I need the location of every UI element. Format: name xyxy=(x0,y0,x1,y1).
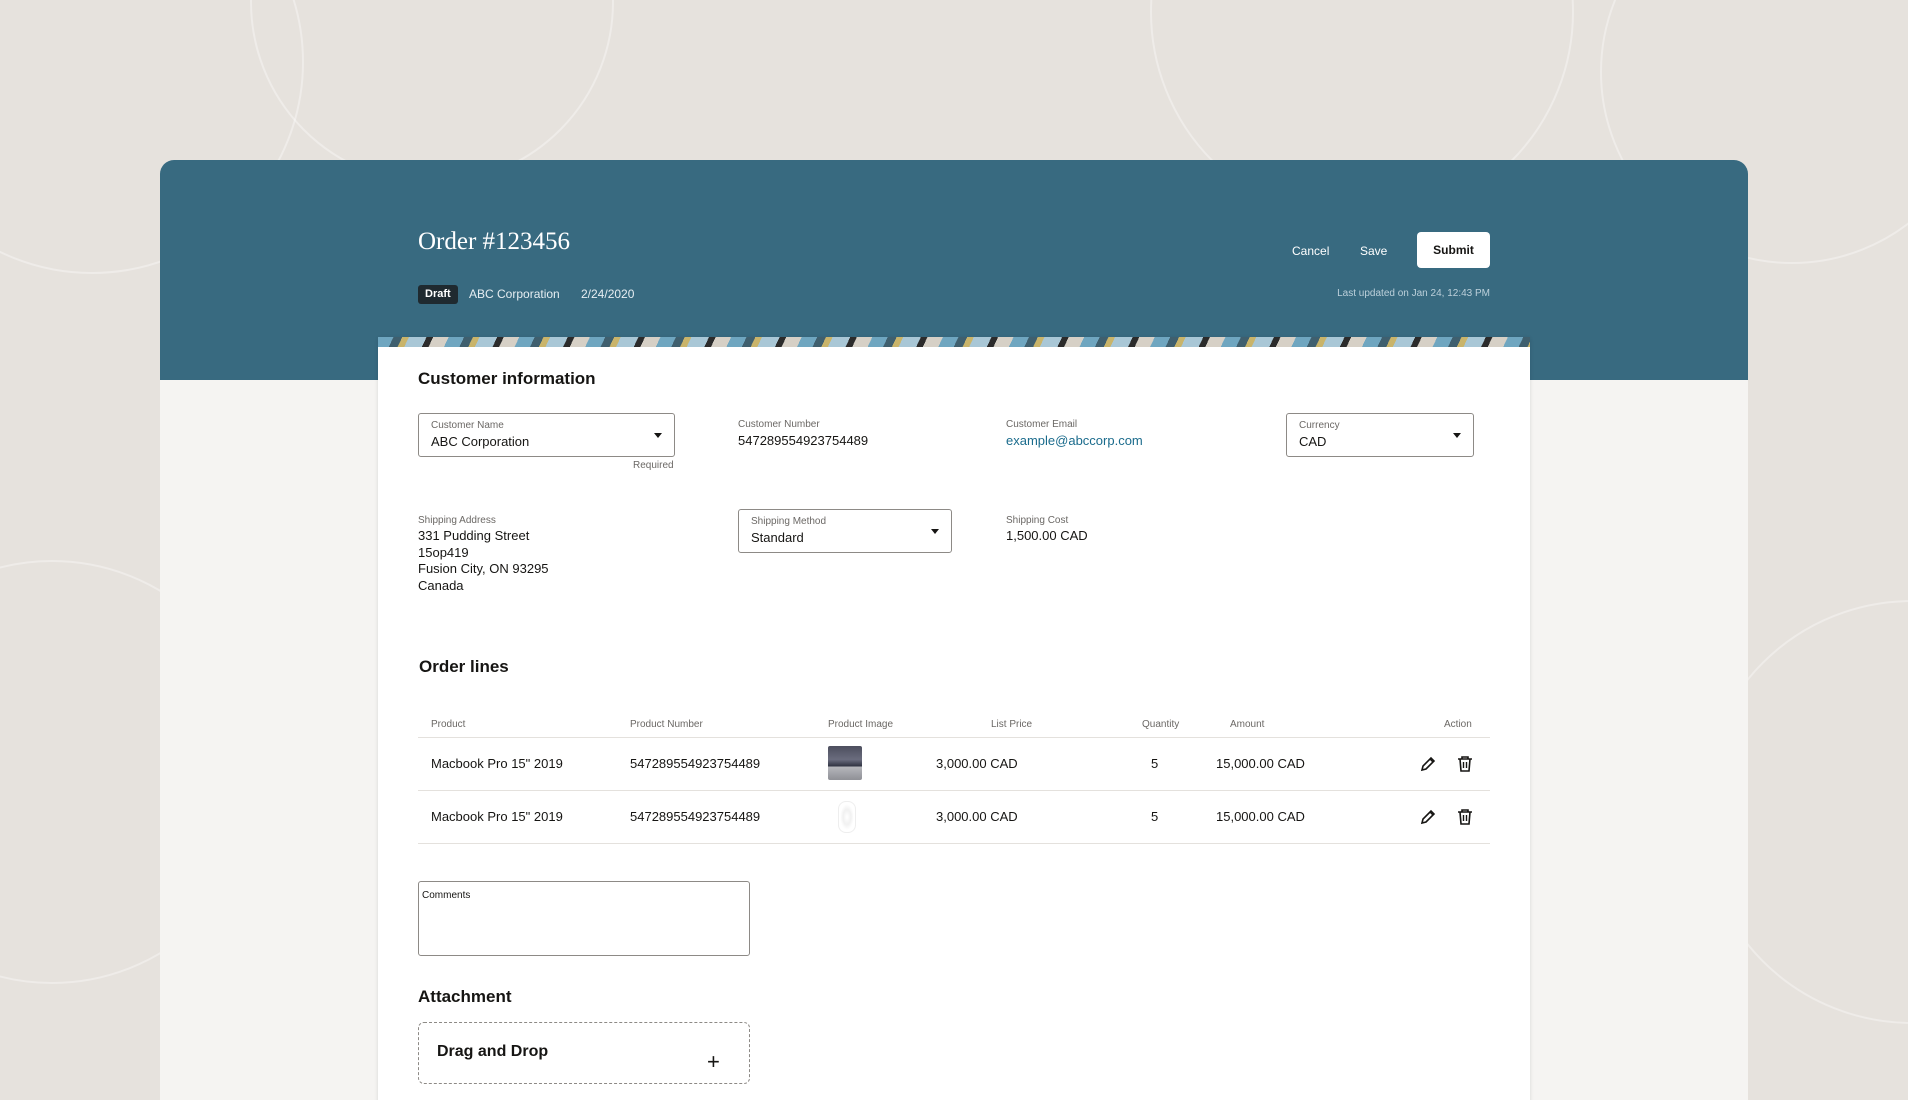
caret-down-icon xyxy=(1453,433,1461,438)
row-quantity: 5 xyxy=(1151,809,1159,824)
customer-info-title: Customer information xyxy=(418,369,596,388)
shipping-cost-label: Shipping Cost xyxy=(1006,515,1069,526)
column-product: Product xyxy=(431,719,466,730)
row-product-number-link[interactable]: 547289554923754489 xyxy=(630,809,760,824)
shipping-address-line-4: Canada xyxy=(418,578,464,593)
cancel-button[interactable]: Cancel xyxy=(1292,244,1329,258)
row-product: Macbook Pro 15" 2019 xyxy=(431,809,563,824)
shipping-address-line-3: Fusion City, ON 93295 xyxy=(418,561,549,576)
order-window: Order #123456 Draft ABC Corporation 2/24… xyxy=(160,160,1748,1100)
customer-email-link[interactable]: example@abccorp.com xyxy=(1006,433,1143,448)
laptop-image xyxy=(828,746,862,780)
shipping-cost-value: 1,500.00 CAD xyxy=(1006,528,1088,543)
shipping-address-line-1: 331 Pudding Street xyxy=(418,528,530,543)
column-product-number: Product Number xyxy=(630,719,703,730)
status-badge: Draft xyxy=(418,285,458,304)
page-title: Order #123456 xyxy=(418,228,571,255)
column-list-price: List Price xyxy=(991,719,1033,730)
customer-number-label: Customer Number xyxy=(738,419,820,430)
column-action: Action xyxy=(1444,719,1472,730)
customer-number-value: 547289554923754489 xyxy=(738,433,869,448)
row-product: Macbook Pro 15" 2019 xyxy=(431,756,563,771)
table-divider xyxy=(418,737,1490,738)
shipping-method-value: Standard xyxy=(751,530,804,545)
table-divider xyxy=(418,790,1490,791)
caret-down-icon xyxy=(654,433,662,438)
row-product-number-link[interactable]: 547289554923754489 xyxy=(630,756,760,771)
shipping-address-label: Shipping Address xyxy=(418,515,496,526)
order-lines-title: Order lines xyxy=(419,657,509,676)
row-quantity: 5 xyxy=(1151,756,1159,771)
shipping-method-select[interactable]: Shipping Method Standard xyxy=(738,509,952,553)
dropzone-label: Drag and Drop xyxy=(437,1043,549,1060)
column-quantity: Quantity xyxy=(1142,719,1180,730)
save-button[interactable]: Save xyxy=(1360,244,1387,258)
trash-icon[interactable] xyxy=(1456,808,1474,826)
column-amount: Amount xyxy=(1230,719,1265,730)
header-date: 2/24/2020 xyxy=(581,287,635,301)
attachment-dropzone[interactable]: Drag and Drop + xyxy=(418,1022,750,1084)
customer-name-value: ABC Corporation xyxy=(431,434,530,449)
table-divider xyxy=(418,843,1490,844)
header-customer: ABC Corporation xyxy=(469,287,560,301)
decorative-band xyxy=(378,337,1530,347)
row-list-price: 3,000.00 CAD xyxy=(936,809,1018,824)
order-card: Customer information Customer Name ABC C… xyxy=(378,337,1530,1100)
currency-select[interactable]: Currency CAD xyxy=(1286,413,1474,457)
plus-icon[interactable]: + xyxy=(707,1049,720,1075)
customer-name-helper: Required xyxy=(633,460,674,471)
comments-label: Comments xyxy=(422,890,471,901)
comments-textarea[interactable]: Comments xyxy=(418,881,750,956)
column-product-image: Product Image xyxy=(828,719,894,730)
trash-icon[interactable] xyxy=(1456,755,1474,773)
row-amount: 15,000.00 CAD xyxy=(1216,809,1305,824)
shipping-method-label: Shipping Method xyxy=(751,516,827,527)
currency-label: Currency xyxy=(1299,420,1340,431)
customer-email-label: Customer Email xyxy=(1006,419,1078,430)
shipping-address-line-2: 15op419 xyxy=(418,545,469,560)
last-updated-text: Last updated on Jan 24, 12:43 PM xyxy=(1337,288,1490,299)
pencil-icon[interactable] xyxy=(1419,755,1437,773)
currency-value: CAD xyxy=(1299,434,1327,449)
customer-name-select[interactable]: Customer Name ABC Corporation xyxy=(418,413,675,457)
submit-button[interactable]: Submit xyxy=(1417,232,1490,268)
pencil-icon[interactable] xyxy=(1419,808,1437,826)
mouse-image xyxy=(838,801,856,833)
row-list-price: 3,000.00 CAD xyxy=(936,756,1018,771)
row-amount: 15,000.00 CAD xyxy=(1216,756,1305,771)
caret-down-icon xyxy=(931,529,939,534)
attachment-title: Attachment xyxy=(418,987,512,1006)
customer-name-label: Customer Name xyxy=(431,420,504,431)
